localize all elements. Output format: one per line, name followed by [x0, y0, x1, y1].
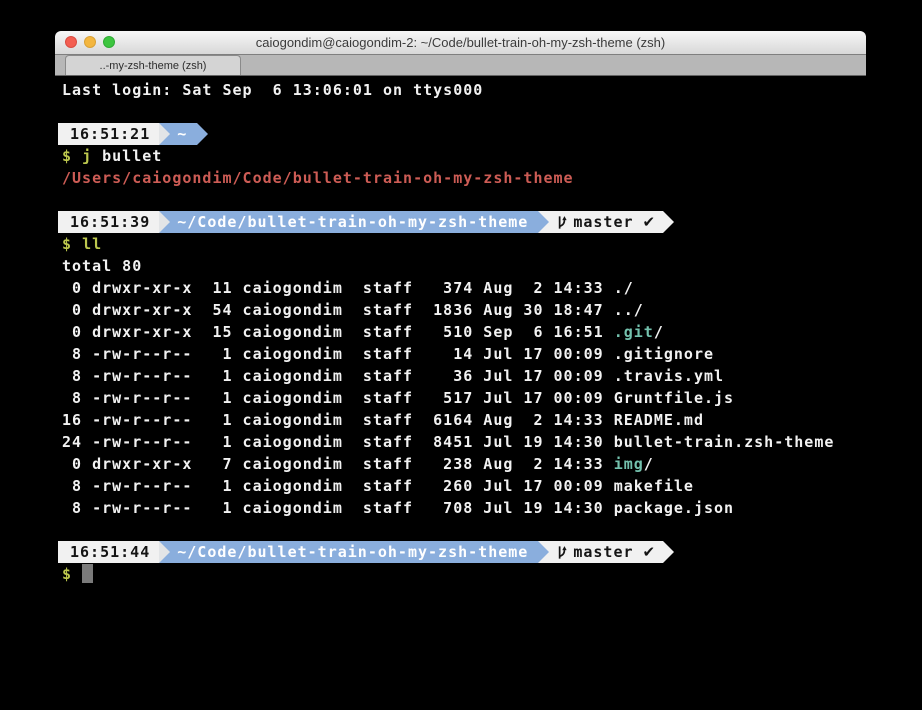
file-name: .gitignore	[614, 345, 714, 363]
file-name: Gruntfile.js	[614, 389, 734, 407]
file-name: README.md	[614, 411, 704, 429]
command-line: $ j bullet	[58, 145, 918, 167]
ls-row: 16 -rw-r--r-- 1 caiogondim staff 6164 Au…	[58, 409, 918, 431]
file-name: makefile	[614, 477, 694, 495]
prompt-path-segment: ~/Code/bullet-train-oh-my-zsh-theme	[170, 211, 538, 233]
git-clean-check-icon: ✔	[643, 543, 657, 561]
powerline-arrow-icon	[538, 541, 549, 563]
prompt-line: 16:51:44 ~/Code/bullet-train-oh-my-zsh-t…	[58, 541, 918, 563]
ls-row: 8 -rw-r--r-- 1 caiogondim staff 14 Jul 1…	[58, 343, 918, 365]
dir-slash: /	[644, 455, 654, 473]
git-clean-check-icon: ✔	[643, 213, 657, 231]
ls-row: 24 -rw-r--r-- 1 caiogondim staff 8451 Ju…	[58, 431, 918, 453]
terminal-tab[interactable]: ..-my-zsh-theme (zsh)	[65, 55, 241, 75]
git-branch-icon	[555, 544, 569, 561]
powerline-arrow-icon	[159, 123, 170, 145]
directory-name: img	[614, 455, 644, 473]
terminal-cursor	[82, 564, 93, 583]
last-login-line: Last login: Sat Sep 6 13:06:01 on ttys00…	[58, 79, 918, 101]
terminal-content[interactable]: Last login: Sat Sep 6 13:06:01 on ttys00…	[58, 79, 918, 585]
ls-row: 8 -rw-r--r-- 1 caiogondim staff 36 Jul 1…	[58, 365, 918, 387]
powerline-arrow-icon	[663, 211, 674, 233]
ls-total-line: total 80	[58, 255, 918, 277]
terminal-window-chrome: caiogondim@caiogondim-2: ~/Code/bullet-t…	[55, 31, 866, 76]
close-button[interactable]	[65, 36, 77, 48]
prompt-git-segment: master ✔	[549, 211, 663, 233]
prompt-char: $	[62, 235, 82, 253]
command-args: bullet	[92, 147, 162, 165]
powerline-arrow-icon	[197, 123, 208, 145]
dir-slash: /	[654, 323, 664, 341]
git-branch-icon	[555, 214, 569, 231]
file-name: .travis.yml	[614, 367, 724, 385]
title-bar[interactable]: caiogondim@caiogondim-2: ~/Code/bullet-t…	[55, 31, 866, 55]
command-text: ll	[82, 235, 102, 253]
traffic-lights	[65, 36, 115, 48]
ls-row: 0 drwxr-xr-x 54 caiogondim staff 1836 Au…	[58, 299, 918, 321]
ls-row: 0 drwxr-xr-x 11 caiogondim staff 374 Aug…	[58, 277, 918, 299]
ls-row: 0 drwxr-xr-x 7 caiogondim staff 238 Aug …	[58, 453, 918, 475]
ls-row: 8 -rw-r--r-- 1 caiogondim staff 517 Jul …	[58, 387, 918, 409]
file-name: package.json	[614, 499, 734, 517]
git-branch-name: master	[573, 543, 633, 561]
powerline-arrow-icon	[159, 541, 170, 563]
powerline-arrow-icon	[159, 211, 170, 233]
prompt-time-segment: 16:51:39	[58, 211, 159, 233]
prompt-path-segment: ~/Code/bullet-train-oh-my-zsh-theme	[170, 541, 538, 563]
file-name: ./	[614, 279, 634, 297]
prompt-path-segment: ~	[170, 123, 197, 145]
prompt-line: 16:51:39 ~/Code/bullet-train-oh-my-zsh-t…	[58, 211, 918, 233]
prompt-git-segment: master ✔	[549, 541, 663, 563]
prompt-line: 16:51:21 ~	[58, 123, 918, 145]
powerline-arrow-icon	[538, 211, 549, 233]
zoom-button[interactable]	[103, 36, 115, 48]
tab-label: ..-my-zsh-theme (zsh)	[100, 60, 207, 72]
ls-row: 8 -rw-r--r-- 1 caiogondim staff 708 Jul …	[58, 497, 918, 519]
powerline-arrow-icon	[663, 541, 674, 563]
command-line: $ ll	[58, 233, 918, 255]
git-branch-name: master	[573, 213, 633, 231]
prompt-time-segment: 16:51:44	[58, 541, 159, 563]
window-title: caiogondim@caiogondim-2: ~/Code/bullet-t…	[256, 35, 666, 50]
prompt-char: $	[62, 565, 82, 583]
tab-bar: ..-my-zsh-theme (zsh)	[55, 55, 866, 76]
file-name: ../	[614, 301, 644, 319]
ls-row: 0 drwxr-xr-x 15 caiogondim staff 510 Sep…	[58, 321, 918, 343]
prompt-time-segment: 16:51:21	[58, 123, 159, 145]
file-name: bullet-train.zsh-theme	[614, 433, 835, 451]
command-output: /Users/caiogondim/Code/bullet-train-oh-m…	[58, 167, 918, 189]
ls-row: 8 -rw-r--r-- 1 caiogondim staff 260 Jul …	[58, 475, 918, 497]
input-line[interactable]: $	[58, 563, 918, 585]
prompt-char: $	[62, 147, 82, 165]
command-text: j	[82, 147, 92, 165]
minimize-button[interactable]	[84, 36, 96, 48]
directory-name: .git	[614, 323, 654, 341]
